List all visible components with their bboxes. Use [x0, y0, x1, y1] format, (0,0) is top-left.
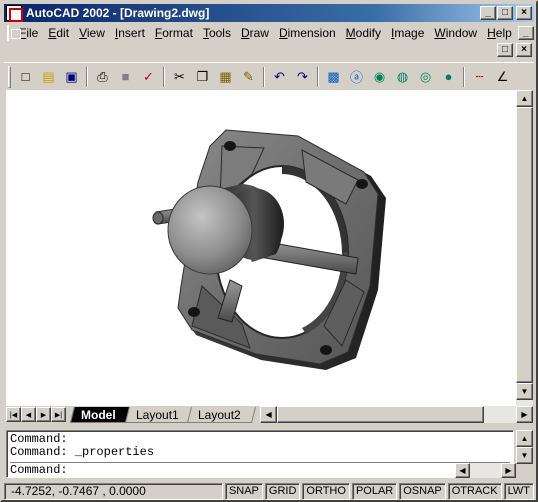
first-tab-icon[interactable]: |◀: [6, 407, 21, 422]
layout-tabs-bar: |◀ ◀ ▶ ▶| Model Layout1 Layout2 ◀ ▶: [6, 406, 533, 423]
vertical-scrollbar[interactable]: ▲ ▼: [516, 90, 533, 406]
command-history[interactable]: Command: Command: _properties Command:: [6, 430, 514, 478]
command-scroll-left-icon[interactable]: ◀: [455, 463, 470, 478]
doc-close-button[interactable]: ×: [516, 43, 532, 57]
menu-edit[interactable]: Edit: [43, 26, 74, 40]
otrack-toggle[interactable]: OTRACK: [447, 482, 502, 500]
doc-minimize-button[interactable]: _: [517, 25, 534, 40]
open-icon[interactable]: ▤: [37, 66, 60, 88]
menu-format[interactable]: Format: [150, 26, 198, 40]
osnap-toggle[interactable]: OSNAP: [399, 482, 446, 500]
menu-dimension[interactable]: Dimension: [274, 26, 341, 40]
coordinate-display[interactable]: -4.7252, -0.7467 , 0.0000: [4, 482, 223, 500]
ucs-icon[interactable]: ∠: [491, 66, 514, 88]
title-bar[interactable]: AutoCAD 2002 - [Drawing2.dwg] _ □ ×: [4, 4, 534, 22]
tab-layout1[interactable]: Layout1: [124, 406, 194, 423]
bolt-hole-3: [320, 345, 332, 355]
menu-view[interactable]: View: [74, 26, 110, 40]
command-input[interactable]: Command:: [10, 462, 510, 477]
save-icon[interactable]: ▣: [60, 66, 83, 88]
polar-toggle[interactable]: POLAR: [351, 482, 398, 500]
ortho-toggle[interactable]: ORTHO: [302, 482, 350, 500]
menu-draw[interactable]: Draw: [236, 26, 274, 40]
standard-toolbar: □ ▤ ▣ ⎙ ■ ✓ ✂ ❐ ▦ ✎ ↶ ↷ ▩ ⓐ ◉ ◍ ◎ ● ┄ ∠: [4, 62, 534, 90]
bolt-hole-4: [188, 307, 200, 317]
command-window: Command: Command: _properties Command: ▲…: [6, 430, 533, 478]
menu-image[interactable]: Image: [386, 26, 429, 40]
tracking-icon[interactable]: ┄: [468, 66, 491, 88]
prev-tab-icon[interactable]: ◀: [21, 407, 36, 422]
maximize-button[interactable]: □: [497, 6, 513, 20]
toolbar-grip[interactable]: [8, 65, 11, 88]
bolt-hole-1: [224, 141, 236, 151]
command-line-2: Command: _properties: [10, 445, 155, 459]
close-button[interactable]: ×: [516, 6, 532, 20]
command-scroll-up-icon[interactable]: ▲: [516, 430, 533, 447]
last-tab-icon[interactable]: ▶|: [51, 407, 66, 422]
web-publish-icon[interactable]: ●: [437, 66, 460, 88]
next-tab-icon[interactable]: ▶: [36, 407, 51, 422]
spell-check-icon[interactable]: ✓: [137, 66, 160, 88]
redo-icon[interactable]: ↷: [291, 66, 314, 88]
cut-icon[interactable]: ✂: [168, 66, 191, 88]
scroll-up-icon[interactable]: ▲: [516, 90, 533, 107]
model-viewport[interactable]: [6, 90, 516, 406]
snap-toggle[interactable]: SNAP: [224, 482, 263, 500]
match-properties-icon[interactable]: ✎: [237, 66, 260, 88]
web-save-icon[interactable]: ◎: [414, 66, 437, 88]
minimize-button[interactable]: _: [480, 6, 496, 20]
web-open-icon[interactable]: ◍: [391, 66, 414, 88]
spoke-left-end: [152, 211, 164, 225]
bolt-hole-2: [356, 179, 368, 189]
copy-icon[interactable]: ❐: [191, 66, 214, 88]
lwt-toggle[interactable]: LWT: [503, 482, 534, 500]
design-center-icon[interactable]: ▩: [322, 66, 345, 88]
menu-modify[interactable]: Modify: [341, 26, 386, 40]
web-icon[interactable]: ◉: [368, 66, 391, 88]
status-bar: -4.7252, -0.7467 , 0.0000 SNAP GRID ORTH…: [4, 482, 534, 500]
print-icon[interactable]: ⎙: [91, 66, 114, 88]
window-title: AutoCAD 2002 - [Drawing2.dwg]: [26, 6, 210, 20]
menu-insert[interactable]: Insert: [110, 26, 150, 40]
drawing-area[interactable]: [6, 90, 516, 406]
command-scroll-right-icon[interactable]: ▶: [501, 463, 516, 478]
command-horizontal-scrollbar[interactable]: ◀ ▶: [455, 463, 516, 478]
horizontal-scroll-thumb[interactable]: [277, 406, 485, 423]
scroll-down-icon[interactable]: ▼: [516, 383, 533, 400]
menu-help[interactable]: Help: [482, 26, 517, 40]
scroll-right-icon[interactable]: ▶: [516, 406, 533, 423]
menu-bar: File Edit View Insert Format Tools Draw …: [4, 23, 534, 42]
doc-restore-button[interactable]: □: [497, 43, 513, 57]
menu-tools[interactable]: Tools: [198, 26, 236, 40]
hyperlink-icon[interactable]: ⓐ: [345, 66, 368, 88]
grid-toggle[interactable]: GRID: [264, 482, 301, 500]
undo-icon[interactable]: ↶: [268, 66, 291, 88]
vertical-scroll-thumb[interactable]: [516, 107, 533, 383]
tab-model[interactable]: Model: [70, 406, 131, 423]
horizontal-scrollbar[interactable]: ◀ ▶: [260, 406, 533, 423]
scroll-left-icon[interactable]: ◀: [260, 406, 278, 423]
paste-icon[interactable]: ▦: [214, 66, 237, 88]
new-icon[interactable]: □: [14, 66, 37, 88]
autocad-app-icon[interactable]: [6, 5, 23, 22]
menu-window[interactable]: Window: [429, 26, 482, 40]
hub-cap: [167, 185, 253, 275]
command-vertical-scrollbar[interactable]: ▲ ▼: [516, 430, 533, 464]
autocad-window: AutoCAD 2002 - [Drawing2.dwg] _ □ × File…: [0, 0, 538, 502]
document-icon[interactable]: [7, 24, 21, 41]
print-preview-icon[interactable]: ■: [114, 66, 137, 88]
tab-layout2[interactable]: Layout2: [187, 406, 257, 423]
command-scroll-down-icon[interactable]: ▼: [516, 447, 533, 464]
